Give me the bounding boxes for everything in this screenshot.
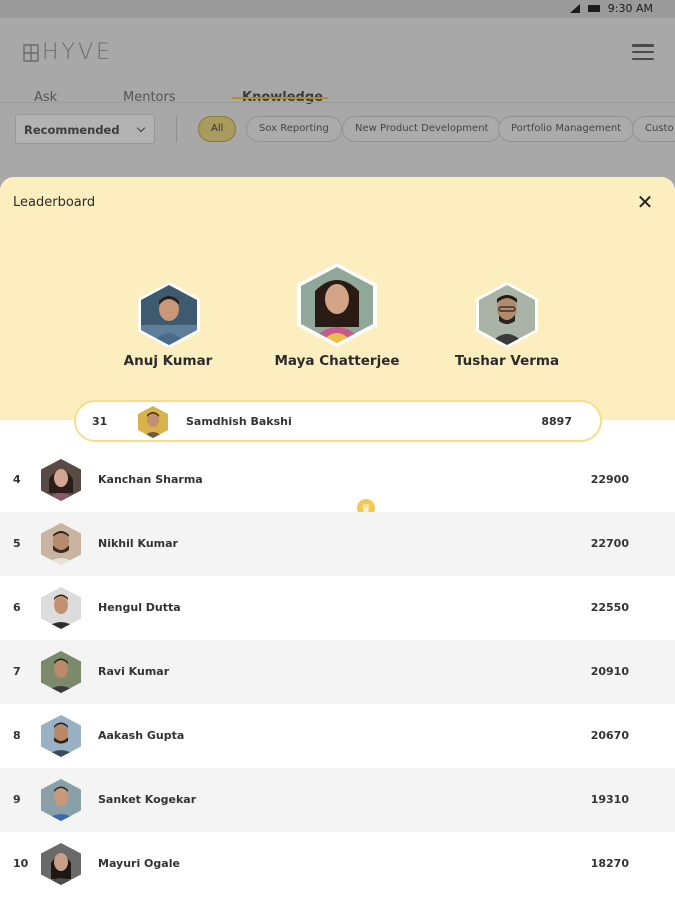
- score: 19310: [590, 793, 629, 806]
- hamburger-menu-icon[interactable]: [632, 44, 654, 60]
- avatar: [479, 285, 535, 345]
- hyve-logo-icon: [23, 43, 39, 62]
- list-item[interactable]: 5 Nikhil Kumar 22700: [0, 512, 675, 576]
- list-item[interactable]: 6 Hengul Dutta 22550: [0, 576, 675, 640]
- signal-icon: [569, 4, 580, 13]
- list-item[interactable]: 8 Aakash Gupta 20670: [0, 704, 675, 768]
- rank: 8: [13, 729, 21, 742]
- rank: 9: [13, 793, 21, 806]
- avatar: [41, 459, 81, 501]
- avatar: [41, 651, 81, 693]
- status-time: 9:30 AM: [607, 2, 653, 15]
- list-item[interactable]: 7 Ravi Kumar 20910: [0, 640, 675, 704]
- status-bar: 9:30 AM: [0, 0, 675, 18]
- rank: 4: [13, 473, 21, 486]
- name: Hengul Dutta: [98, 601, 181, 614]
- name: Aakash Gupta: [98, 729, 185, 742]
- name: Mayuri Ogale: [98, 857, 180, 870]
- active-tab-indicator: [232, 97, 328, 99]
- rank: 10: [13, 857, 29, 870]
- score: 20670: [590, 729, 629, 742]
- leaderboard-sheet: Leaderboard ✕ Anuj Kumar ♛ Maya Chatterj…: [0, 177, 675, 900]
- avatar: [138, 406, 168, 438]
- close-icon[interactable]: ✕: [636, 192, 654, 212]
- avatar: [41, 587, 81, 629]
- chevron-down-icon: [136, 123, 146, 133]
- leaderboard-header: Leaderboard ✕ Anuj Kumar ♛ Maya Chatterj…: [0, 177, 675, 519]
- avatar: [301, 267, 373, 343]
- filter-row: Recommended All Sox Reporting New Produc…: [0, 106, 675, 148]
- current-user-name: Samdhish Bakshi: [186, 415, 292, 428]
- chip-sox-reporting[interactable]: Sox Reporting: [246, 116, 342, 142]
- name: Nikhil Kumar: [98, 537, 178, 550]
- avatar: [41, 779, 81, 821]
- chip-customer[interactable]: Custo: [632, 116, 675, 142]
- avatar: [41, 843, 81, 885]
- sort-select[interactable]: Recommended: [15, 114, 155, 144]
- avatar: [141, 285, 197, 345]
- app-logo[interactable]: HYVE: [22, 40, 113, 65]
- filter-divider: [176, 116, 177, 142]
- name: Kanchan Sharma: [98, 473, 203, 486]
- list-item[interactable]: 4 Kanchan Sharma 22900: [0, 448, 675, 512]
- battery-icon: [587, 5, 600, 12]
- current-user-rank: 31: [92, 415, 108, 428]
- list-item[interactable]: 10 Mayuri Ogale 18270: [0, 832, 675, 896]
- logo-text: HYVE: [42, 40, 113, 65]
- score: 20910: [590, 665, 629, 678]
- tabs-divider: [0, 102, 675, 103]
- podium-second-name: Anuj Kumar: [123, 353, 213, 369]
- name: Ravi Kumar: [98, 665, 170, 678]
- chip-all[interactable]: All: [198, 116, 237, 142]
- list-item[interactable]: 9 Sanket Kogekar 19310: [0, 768, 675, 832]
- chip-portfolio-management[interactable]: Portfolio Management: [498, 116, 635, 142]
- avatar: [41, 715, 81, 757]
- rank: 7: [13, 665, 21, 678]
- podium-third-name: Tushar Verma: [454, 353, 560, 369]
- rank: 5: [13, 537, 21, 550]
- chip-new-product-development[interactable]: New Product Development: [342, 116, 502, 142]
- sort-select-value: Recommended: [24, 123, 120, 137]
- leaderboard-title: Leaderboard: [13, 195, 96, 210]
- avatar: [41, 523, 81, 565]
- score: 22700: [590, 537, 629, 550]
- name: Sanket Kogekar: [98, 793, 197, 806]
- current-user-card[interactable]: 31 Samdhish Bakshi 8897: [74, 400, 602, 442]
- score: 18270: [590, 857, 629, 870]
- status-icons: 9:30 AM: [569, 2, 653, 15]
- podium-first-name: Maya Chatterjee: [274, 353, 400, 369]
- score: 22900: [590, 473, 629, 486]
- current-user-score: 8897: [541, 415, 572, 428]
- score: 22550: [590, 601, 629, 614]
- rank: 6: [13, 601, 21, 614]
